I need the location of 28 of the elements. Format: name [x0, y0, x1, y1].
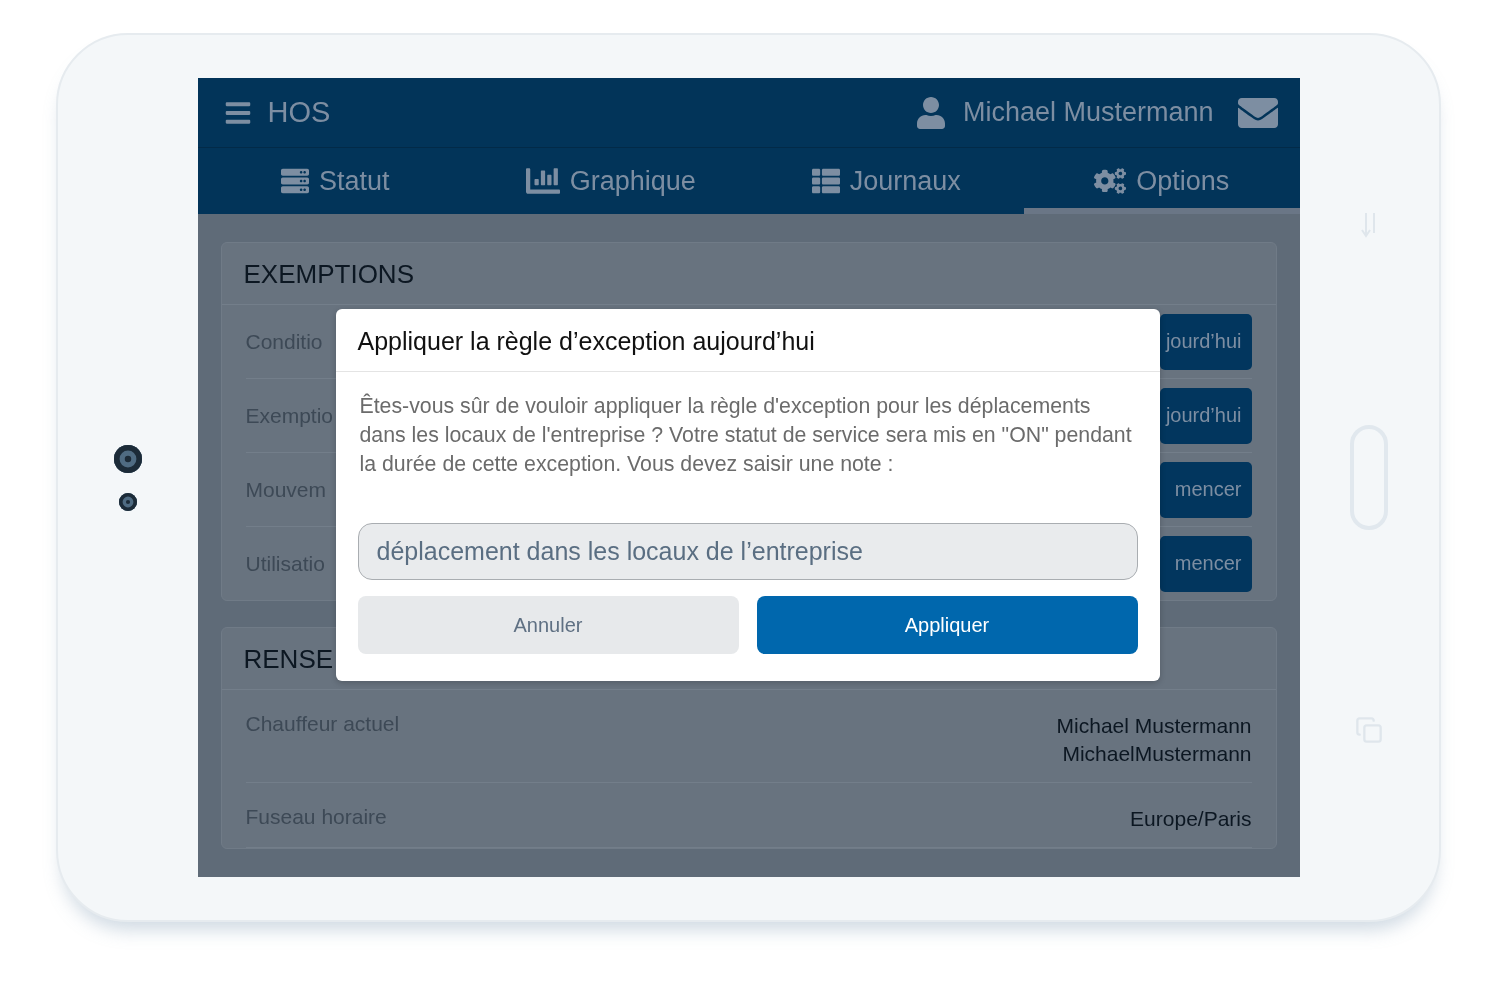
row-button[interactable]: mencer	[1159, 535, 1252, 592]
tab-label: Options	[1136, 165, 1230, 197]
tab-label: Graphique	[569, 165, 696, 197]
row-button[interactable]: jourd’hui	[1159, 313, 1252, 370]
tab-label: Statut	[318, 165, 390, 197]
info-value: MichaelMustermann	[1062, 741, 1252, 767]
info-value: Europe/Paris	[1130, 806, 1252, 832]
tab[interactable]: Options	[1024, 148, 1300, 214]
row-button[interactable]: jourd’hui	[1159, 387, 1252, 444]
card-title: EXEMPTIONS	[221, 243, 1276, 305]
tab[interactable]: Statut	[197, 148, 473, 214]
row-button[interactable]: mencer	[1159, 461, 1252, 518]
cancel-button[interactable]: Annuler	[357, 596, 739, 654]
dialog-message: Êtes-vous sûr de vouloir appliquer la règle d'exception pour les déplacements dans les locaux de l'entreprise ? Votre statut de service sera mis en "ON" pendant la durée de cette exception. Vous devez saisir une note :	[358, 392, 1133, 478]
tab-label: Journaux	[849, 165, 961, 197]
info-value: Michael Mustermann	[1056, 713, 1252, 739]
server-icon	[280, 167, 309, 196]
user-icon	[914, 96, 947, 129]
note-field[interactable]: déplacement dans les locaux de l’entreprise	[357, 523, 1138, 580]
list-icon	[811, 167, 840, 196]
app-title: HOS	[267, 96, 332, 130]
apply-button[interactable]: Appliquer	[756, 596, 1138, 654]
camera-icon	[113, 444, 142, 473]
sensor-icon	[118, 492, 137, 511]
dialog-title: Appliquer la règle d’exception aujourd’hui	[335, 309, 1160, 372]
tab[interactable]: Graphique	[473, 148, 749, 214]
tab[interactable]: Journaux	[748, 148, 1024, 214]
user-name: Michael Mustermann	[962, 97, 1214, 129]
